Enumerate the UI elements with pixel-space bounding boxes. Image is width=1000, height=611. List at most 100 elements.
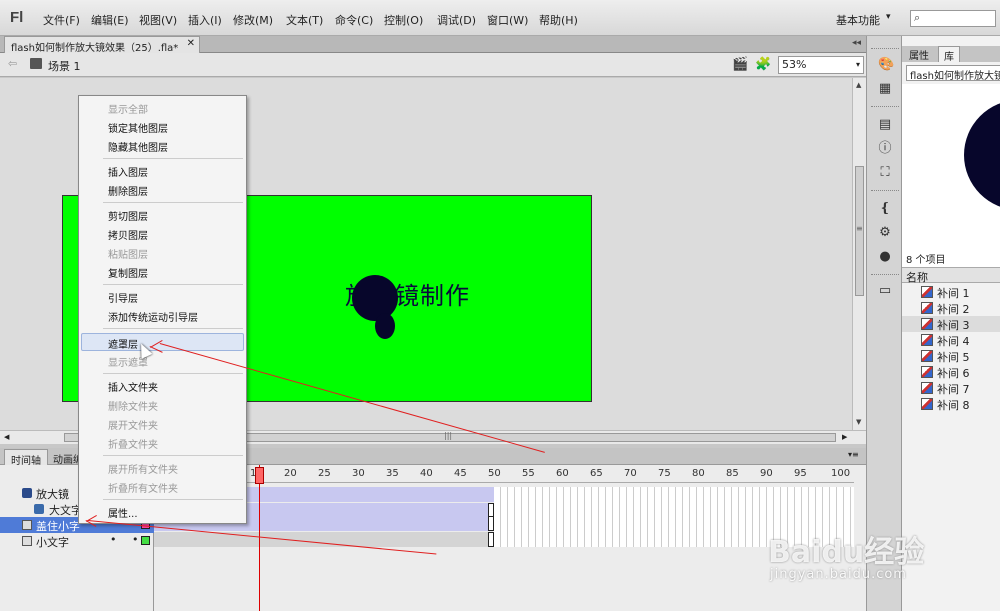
- tab-timeline[interactable]: 时间轴: [4, 449, 48, 467]
- scroll-down-icon[interactable]: ▼: [856, 418, 861, 426]
- menu-item-properties[interactable]: 属性...: [108, 505, 138, 520]
- collapse-panels-icon[interactable]: ◂◂: [852, 38, 861, 48]
- menu-item-collapse-all-folders[interactable]: 折叠所有文件夹: [108, 480, 178, 495]
- menu-item-mask[interactable]: 遮罩层: [108, 336, 138, 351]
- menu-item-collapse-folder[interactable]: 折叠文件夹: [108, 436, 158, 451]
- library-item[interactable]: 补间 2: [902, 300, 1000, 316]
- keyframe[interactable]: [488, 532, 494, 547]
- scroll-right-icon[interactable]: ▶: [842, 433, 847, 441]
- library-item-name: 补间 5: [937, 351, 970, 364]
- menu-item-expand-folder[interactable]: 展开文件夹: [108, 417, 158, 432]
- menu-item-lock-others[interactable]: 锁定其他图层: [108, 120, 168, 135]
- menu-text[interactable]: 文本(T): [286, 12, 323, 28]
- ruler-number: 95: [794, 468, 807, 479]
- menu-help[interactable]: 帮助(H): [539, 12, 578, 28]
- menu-control[interactable]: 控制(O): [384, 12, 423, 28]
- code-snippets-icon[interactable]: ❴: [878, 202, 892, 216]
- library-item[interactable]: 补间 7: [902, 380, 1000, 396]
- help-search-input[interactable]: ⌕: [910, 10, 996, 27]
- layer-color-swatch[interactable]: [141, 536, 150, 545]
- transform-icon[interactable]: ⛶: [878, 166, 892, 180]
- scroll-up-icon[interactable]: ▲: [856, 81, 861, 89]
- library-item-name: 补间 3: [937, 319, 970, 332]
- ruler-number: 90: [760, 468, 773, 479]
- layer-name: 放大镜: [36, 488, 69, 501]
- library-item[interactable]: 补间 6: [902, 364, 1000, 380]
- menu-item-expand-all-folders[interactable]: 展开所有文件夹: [108, 461, 178, 476]
- menu-edit[interactable]: 编辑(E): [91, 12, 129, 28]
- menu-item-hide-others[interactable]: 隐藏其他图层: [108, 139, 168, 154]
- menu-item-cut-layer[interactable]: 剪切图层: [108, 208, 148, 223]
- library-column-header[interactable]: 名称: [902, 267, 1000, 284]
- menu-highlight: [81, 333, 244, 351]
- menu-item-duplicate-layer[interactable]: 复制图层: [108, 265, 148, 280]
- tab-properties[interactable]: 属性: [904, 46, 934, 62]
- layer-visibility-lock[interactable]: • •: [110, 533, 144, 546]
- menu-commands[interactable]: 命令(C): [335, 12, 373, 28]
- scene-breadcrumb[interactable]: 场景 1: [48, 58, 81, 74]
- components-icon[interactable]: ⚙: [878, 226, 892, 240]
- library-item[interactable]: 补间 1: [902, 284, 1000, 300]
- chevron-down-icon[interactable]: ▾: [886, 12, 891, 22]
- library-item[interactable]: 补间 4: [902, 332, 1000, 348]
- scroll-left-icon[interactable]: ◀: [4, 433, 9, 441]
- ruler-number: 20: [284, 468, 297, 479]
- library-item[interactable]: 补间 5: [902, 348, 1000, 364]
- menu-insert[interactable]: 插入(I): [188, 12, 222, 28]
- menu-item-show-all[interactable]: 显示全部: [108, 101, 148, 116]
- library-item-name: 补间 7: [937, 383, 970, 396]
- library-item-name: 补间 4: [937, 335, 970, 348]
- menu-item-delete-layer[interactable]: 删除图层: [108, 183, 148, 198]
- back-arrow-icon[interactable]: ⇦: [8, 57, 17, 70]
- layer-icon: [22, 520, 32, 530]
- menu-debug[interactable]: 调试(D): [437, 12, 476, 28]
- mask-layer-icon: [22, 488, 32, 498]
- menu-item-guide[interactable]: 引导层: [108, 290, 138, 305]
- menu-window[interactable]: 窗口(W): [487, 12, 528, 28]
- library-item[interactable]: 补间 3: [902, 316, 1000, 332]
- layer-row[interactable]: 小文字 • •: [0, 533, 154, 549]
- menu-file[interactable]: 文件(F): [43, 12, 80, 28]
- menu-item-paste-layer[interactable]: 粘贴图层: [108, 246, 148, 261]
- tab-library[interactable]: 库: [938, 46, 960, 63]
- grip-icon: ≡: [856, 224, 863, 233]
- library-item-name: 补间 2: [937, 303, 970, 316]
- swatches-icon[interactable]: ▦: [878, 82, 892, 96]
- edit-symbols-icon[interactable]: 🧩: [755, 57, 771, 72]
- document-tab[interactable]: flash如何制作放大镜效果（25）.fla* ✕: [4, 36, 200, 54]
- keyframe[interactable]: [488, 516, 494, 531]
- project-icon[interactable]: ▭: [878, 284, 892, 298]
- magnifier-handle[interactable]: [375, 313, 395, 339]
- menu-item-copy-layer[interactable]: 拷贝图层: [108, 227, 148, 242]
- graphic-symbol-icon: [921, 302, 933, 314]
- tween-span[interactable]: [154, 532, 494, 547]
- menu-separator: [103, 499, 243, 500]
- chevron-down-icon: ▾: [855, 60, 860, 69]
- workspace-switcher[interactable]: 基本功能: [836, 12, 880, 28]
- menu-view[interactable]: 视图(V): [139, 12, 177, 28]
- align-icon[interactable]: ▤: [878, 118, 892, 132]
- menu-modify[interactable]: 修改(M): [233, 12, 273, 28]
- color-icon[interactable]: 🎨: [878, 58, 894, 72]
- library-item-name: 补间 1: [937, 287, 970, 300]
- edit-scene-icon[interactable]: 🎬: [732, 57, 748, 72]
- playhead[interactable]: [255, 467, 264, 484]
- ruler-number: 50: [488, 468, 501, 479]
- ruler-number: 25: [318, 468, 331, 479]
- menu-item-insert-folder[interactable]: 插入文件夹: [108, 379, 158, 394]
- vertical-scrollbar[interactable]: ▲ ≡ ▼: [852, 78, 866, 430]
- menu-item-delete-folder[interactable]: 删除文件夹: [108, 398, 158, 413]
- menu-item-insert-layer[interactable]: 插入图层: [108, 164, 148, 179]
- menu-item-add-motion-guide[interactable]: 添加传统运动引导层: [108, 309, 198, 324]
- library-document-select[interactable]: flash如何制作放大镜: [906, 65, 1000, 81]
- ruler-number: 55: [522, 468, 535, 479]
- library-item[interactable]: 补间 8: [902, 396, 1000, 412]
- magnifier-lens[interactable]: [352, 275, 398, 321]
- graphic-symbol-icon: [921, 334, 933, 346]
- panel-menu-icon[interactable]: ▾≡: [848, 450, 859, 459]
- close-icon[interactable]: ✕: [187, 38, 195, 49]
- info-icon[interactable]: ⓘ: [878, 142, 892, 156]
- zoom-select[interactable]: 53% ▾: [778, 56, 864, 74]
- motion-presets-icon[interactable]: ●: [878, 250, 892, 264]
- scene-icon: [30, 58, 42, 69]
